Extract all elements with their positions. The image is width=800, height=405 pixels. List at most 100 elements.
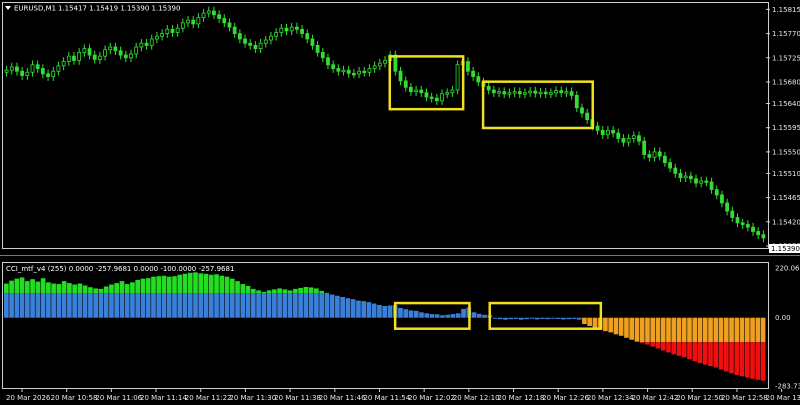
cci-bar-overbought xyxy=(124,284,130,294)
candle xyxy=(523,92,527,95)
cci-bar xyxy=(82,293,88,318)
cci-bar-overbought xyxy=(72,284,77,294)
cci-bar xyxy=(161,293,167,318)
cci-bar xyxy=(193,293,198,318)
cci-bar xyxy=(571,317,577,319)
candle xyxy=(440,93,444,102)
cci-bar xyxy=(734,317,740,343)
cci-bar-overbought xyxy=(156,276,162,294)
cci-bar xyxy=(350,299,356,318)
cci-bar-overbought xyxy=(287,290,293,294)
cci-bar-overbought xyxy=(9,280,14,294)
candle xyxy=(341,69,346,73)
indicator-tick-label: 220.0625 xyxy=(775,265,800,273)
cci-bar-overbought xyxy=(193,272,198,294)
cci-bar xyxy=(182,293,188,318)
candle xyxy=(574,95,579,109)
time-tick-label: 20 Mar 12:02 xyxy=(408,394,455,402)
candle xyxy=(585,112,590,121)
cci-bar xyxy=(676,317,682,343)
cci-bar xyxy=(660,317,666,343)
candle xyxy=(445,92,450,95)
price-axis: 1.15815 1.15770 1.15725 1.15680 1.15640 1.155… xyxy=(766,6,800,251)
chart-canvas[interactable]: 1.15815 1.15770 1.15725 1.15680 1.15640 1.155… xyxy=(0,0,800,405)
price-tick-label: 1.15510 xyxy=(772,170,800,178)
candle xyxy=(554,90,558,94)
price-tick-label: 1.15770 xyxy=(772,30,800,38)
candle xyxy=(269,35,273,41)
time-tick-label: 20 Mar 2026 xyxy=(6,394,51,402)
cci-bar xyxy=(135,293,141,318)
cci-bar xyxy=(235,293,240,318)
candle xyxy=(263,39,268,44)
cci-bar-overbought xyxy=(319,290,324,294)
candle xyxy=(595,125,600,131)
cci-bar xyxy=(497,317,503,320)
cci-bar-overbought xyxy=(266,290,272,294)
cci-bar xyxy=(429,314,435,318)
cci-bar xyxy=(445,314,451,318)
cci-bar-overbought xyxy=(166,276,172,294)
candle xyxy=(600,129,605,136)
candle xyxy=(735,217,740,224)
candle xyxy=(745,224,750,228)
cci-bar xyxy=(723,317,729,343)
candle xyxy=(46,73,50,77)
candle xyxy=(294,26,299,30)
cci-bar xyxy=(666,317,671,343)
cci-bar xyxy=(692,317,698,343)
candle xyxy=(113,46,118,52)
candle xyxy=(548,92,553,95)
cci-bar xyxy=(277,293,282,318)
time-tick-label: 20 Mar 13:06 xyxy=(766,394,800,402)
cci-bar xyxy=(634,317,640,342)
candle xyxy=(657,151,662,157)
cci-bar-overbought xyxy=(187,272,193,294)
candle xyxy=(751,226,755,232)
cci-bar xyxy=(655,317,661,343)
cci-bar xyxy=(72,293,77,318)
candle xyxy=(372,65,377,69)
candle xyxy=(455,64,460,91)
cci-bar xyxy=(340,296,345,318)
candle xyxy=(507,92,512,95)
cci-bar xyxy=(25,293,30,318)
cci-bar xyxy=(540,317,545,319)
candle xyxy=(466,61,470,72)
time-tick-label: 20 Mar 12:58 xyxy=(721,394,768,402)
candle xyxy=(25,71,30,76)
cci-bar xyxy=(503,317,508,320)
cci-bar xyxy=(708,317,713,343)
cci-bar xyxy=(413,310,419,318)
cci-bar xyxy=(308,293,314,318)
candle xyxy=(305,33,310,40)
cci-bar xyxy=(172,293,177,318)
cci-bar xyxy=(482,314,487,318)
cci-bar xyxy=(587,317,592,327)
symbol-label: EURUSD,M1 xyxy=(14,5,56,13)
cci-bar xyxy=(329,294,335,318)
cci-bar xyxy=(424,313,430,318)
cci-bar xyxy=(166,293,172,318)
candle xyxy=(517,91,522,95)
cci-bar xyxy=(361,301,367,318)
chart-window[interactable]: 1.15815 1.15770 1.15725 1.15680 1.15640 1.155… xyxy=(0,0,800,405)
cci-bar-overbought xyxy=(161,275,167,294)
triangle-down-icon[interactable] xyxy=(5,6,11,10)
cci-bar-overbought xyxy=(25,281,30,294)
cci-bar xyxy=(755,317,761,343)
cci-bar-overbought xyxy=(51,283,56,294)
cci-bar-oversold xyxy=(660,342,666,351)
candle xyxy=(232,26,237,34)
time-tick-label: 20 Mar 12:50 xyxy=(676,394,723,402)
time-tick-label: 20 Mar 11:06 xyxy=(95,394,142,402)
candle xyxy=(129,53,133,59)
cci-bar xyxy=(124,293,130,318)
time-tick-label: 20 Mar 11:54 xyxy=(363,394,410,402)
candle xyxy=(284,27,289,32)
indicator-tick-label: 0.00 xyxy=(775,314,791,322)
candle xyxy=(621,138,626,143)
price-tick-label: 1.15815 xyxy=(772,6,800,14)
candle xyxy=(564,91,569,94)
cci-bar-overbought xyxy=(103,286,109,294)
